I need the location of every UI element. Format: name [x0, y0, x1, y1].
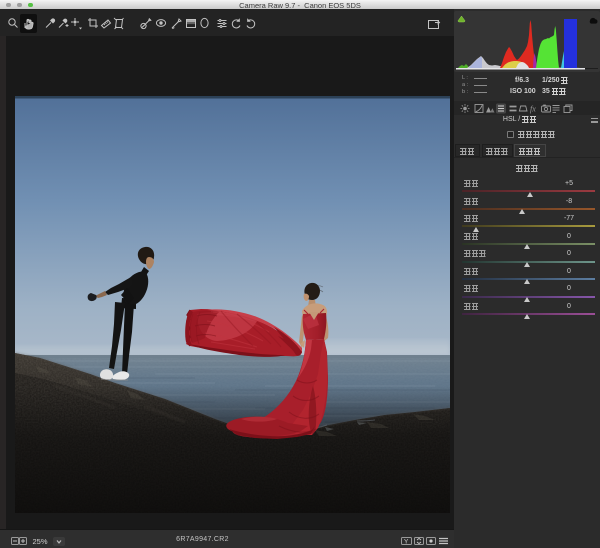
svg-text:fx: fx	[530, 104, 536, 113]
svg-text:Y: Y	[404, 538, 409, 545]
